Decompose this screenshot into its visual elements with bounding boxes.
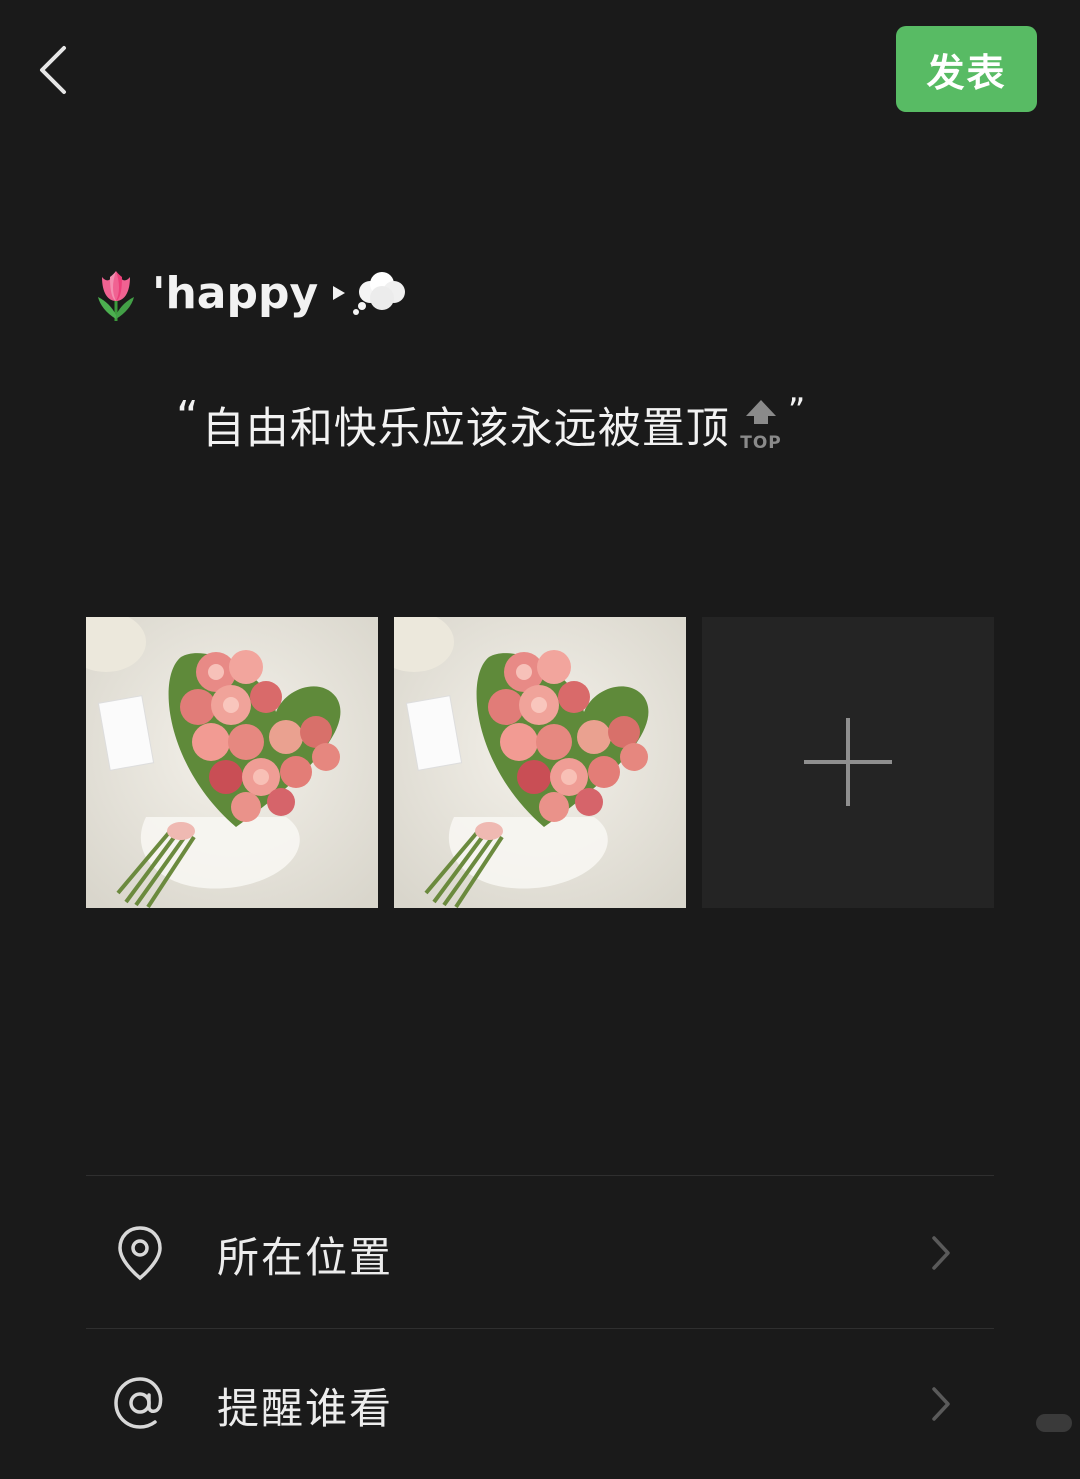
rose-bouquet-image bbox=[394, 617, 686, 908]
at-sign-icon bbox=[114, 1377, 163, 1429]
back-button[interactable] bbox=[28, 38, 84, 102]
mention-row[interactable]: 提醒谁看 bbox=[86, 1329, 994, 1479]
quote-text: 自由和快乐应该永远被置顶 bbox=[201, 404, 730, 454]
top-arrow-icon: TOP bbox=[740, 400, 782, 452]
quote-open: “ bbox=[176, 391, 200, 443]
photo-thumbnail-2[interactable] bbox=[394, 617, 686, 908]
plus-icon bbox=[804, 718, 892, 806]
happy-text: 'happy bbox=[152, 267, 319, 319]
watermark-badge bbox=[1036, 1414, 1072, 1432]
location-pin-icon bbox=[118, 1226, 162, 1281]
quote-close: ” bbox=[787, 391, 807, 431]
chevron-left-icon bbox=[40, 46, 66, 94]
tulip-emoji bbox=[98, 271, 134, 321]
top-icon-label: TOP bbox=[740, 433, 782, 452]
post-text-line-1[interactable]: 'happy bbox=[92, 258, 406, 328]
rose-bouquet-image bbox=[86, 617, 378, 908]
mention-label: 提醒谁看 bbox=[217, 1384, 394, 1433]
location-label: 所在位置 bbox=[217, 1233, 394, 1282]
photo-thumbnail-1[interactable] bbox=[86, 617, 378, 908]
chevron-right-icon bbox=[932, 1236, 950, 1270]
publish-button[interactable]: 发表 bbox=[896, 26, 1037, 112]
location-row[interactable]: 所在位置 bbox=[86, 1176, 994, 1326]
chevron-right-icon bbox=[932, 1387, 950, 1421]
thought-balloon-emoji bbox=[353, 272, 406, 315]
triangle-right-icon bbox=[333, 286, 346, 300]
post-text-line-2[interactable]: “ 自由和快乐应该永远被置顶 TOP ” bbox=[176, 390, 806, 460]
add-photo-button[interactable] bbox=[702, 617, 994, 908]
